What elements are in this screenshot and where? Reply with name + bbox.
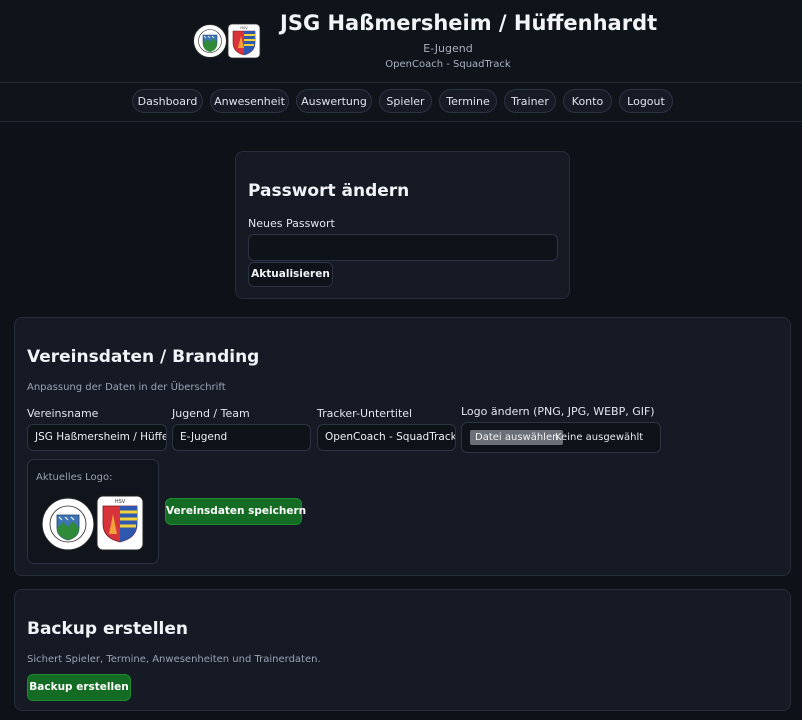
- password-title: Passwort ändern: [248, 181, 410, 201]
- nav-anwesenheit[interactable]: Anwesenheit: [210, 89, 289, 113]
- backup-card: Backup erstellen Sichert Spieler, Termin…: [14, 589, 791, 711]
- team-label: Jugend / Team: [172, 407, 250, 420]
- sportfreunde-crest-icon: [41, 497, 95, 551]
- nav-konto[interactable]: Konto: [563, 89, 612, 113]
- app-title: JSG Haßmersheim / Hüffenhardt: [280, 11, 658, 35]
- create-backup-button[interactable]: Backup erstellen: [27, 674, 131, 701]
- app-header: HSV JSG Haßmersheim / Hüffenhardt E-Juge…: [0, 0, 802, 83]
- logo-file-input[interactable]: Datei auswählen Keine ausgewählt: [461, 422, 661, 453]
- nav-termine[interactable]: Termine: [439, 89, 497, 113]
- save-club-data-button[interactable]: Vereinsdaten speichern: [165, 498, 306, 525]
- nav-trainer[interactable]: Trainer: [504, 89, 556, 113]
- tracker-subtitle-input[interactable]: OpenCoach - SquadTrack: [317, 424, 456, 451]
- branding-description: Anpassung der Daten in der Überschrift: [27, 382, 226, 393]
- update-password-button[interactable]: Aktualisieren: [248, 262, 333, 287]
- choose-file-button[interactable]: Datei auswählen: [470, 430, 564, 445]
- tracker-subtitle-label: Tracker-Untertitel: [317, 407, 413, 420]
- branding-card: Vereinsdaten / Branding Anpassung der Da…: [14, 317, 791, 576]
- new-password-input[interactable]: [248, 234, 558, 261]
- main-nav: Dashboard Anwesenheit Auswertung Spieler…: [0, 83, 802, 122]
- password-card: Passwort ändern Neues Passwort Aktualisi…: [235, 151, 570, 299]
- svg-text:HSV: HSV: [115, 499, 126, 505]
- app-team: E-Jugend: [423, 42, 473, 55]
- nav-dashboard[interactable]: Dashboard: [132, 89, 203, 113]
- hsv-crest-icon: HSV: [227, 23, 261, 59]
- club-logos: HSV: [193, 23, 261, 59]
- club-name-label: Vereinsname: [27, 407, 99, 420]
- branding-title: Vereinsdaten / Branding: [27, 347, 260, 367]
- nav-auswertung[interactable]: Auswertung: [296, 89, 372, 113]
- app-subtitle: OpenCoach - SquadTrack: [385, 59, 511, 70]
- new-password-label: Neues Passwort: [248, 217, 335, 230]
- current-logo-box: Aktuelles Logo: HSV: [27, 459, 159, 564]
- logo-upload-label: Logo ändern (PNG, JPG, WEBP, GIF): [461, 405, 655, 418]
- hsv-crest-icon: HSV: [96, 495, 144, 551]
- svg-text:HSV: HSV: [240, 26, 248, 30]
- sportfreunde-crest-icon: [193, 24, 227, 58]
- current-logo-label: Aktuelles Logo:: [36, 472, 113, 483]
- backup-title: Backup erstellen: [27, 619, 188, 639]
- file-status: Keine ausgewählt: [555, 432, 644, 443]
- nav-spieler[interactable]: Spieler: [379, 89, 432, 113]
- team-input[interactable]: E-Jugend: [172, 424, 311, 451]
- backup-description: Sichert Spieler, Termine, Anwesenheiten …: [27, 654, 321, 665]
- current-logo-image: HSV: [41, 495, 144, 551]
- nav-logout[interactable]: Logout: [619, 89, 673, 113]
- club-name-input[interactable]: JSG Haßmersheim / Hüffenhardt: [27, 424, 167, 451]
